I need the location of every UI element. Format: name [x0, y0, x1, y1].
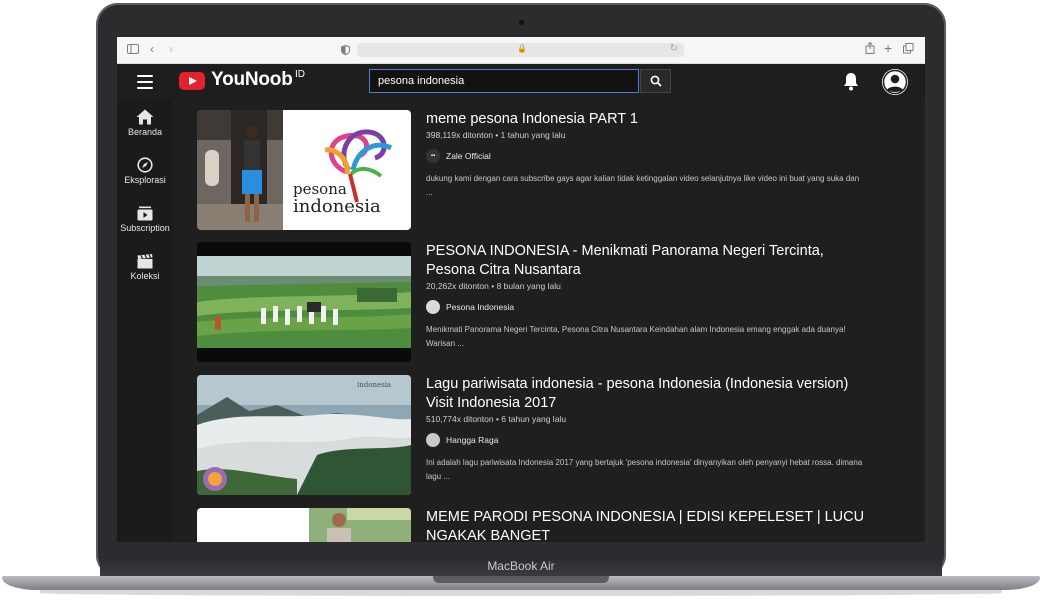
- channel-row[interactable]: ▪▪ Zale Official: [426, 149, 866, 163]
- video-result[interactable]: MEME PARODI PESONA INDONESIA | EDISI KEP…: [197, 508, 897, 542]
- video-title[interactable]: PESONA INDONESIA - Menikmati Panorama Ne…: [426, 242, 866, 280]
- app-header: YouNoob ID pesona indonesia: [117, 64, 925, 100]
- menu-icon[interactable]: [137, 75, 153, 89]
- upload-age: 8 bulan yang lalu: [496, 281, 561, 291]
- video-info: PESONA INDONESIA - Menikmati Panorama Ne…: [426, 242, 866, 351]
- search-icon: [650, 75, 662, 87]
- address-bar[interactable]: 🔒 ↻: [357, 43, 684, 57]
- back-icon[interactable]: ‹: [150, 41, 154, 57]
- channel-name[interactable]: Zale Official: [446, 151, 491, 161]
- video-thumbnail[interactable]: pesona indonesia: [197, 110, 411, 230]
- sidebar-toggle-icon[interactable]: [127, 42, 139, 58]
- video-description: dukung kami dengan cara subscribe gays a…: [426, 174, 860, 197]
- app-logo[interactable]: YouNoob: [211, 69, 293, 91]
- video-info: MEME PARODI PESONA INDONESIA | EDISI KEP…: [426, 508, 866, 542]
- video-meta: 398,119x ditonton • 1 tahun yang lalu: [426, 130, 566, 140]
- video-info: Lagu pariwisata indonesia - pesona Indon…: [426, 375, 866, 484]
- video-thumbnail[interactable]: [197, 242, 411, 362]
- camera-dot: [519, 20, 524, 25]
- sidebar: Beranda Eksplorasi Subscription Koleksi: [117, 100, 173, 542]
- video-meta: 20,262x ditonton • 8 bulan yang lalu: [426, 281, 561, 291]
- new-tab-icon[interactable]: +: [884, 40, 892, 56]
- channel-row[interactable]: Hangga Raga: [426, 433, 866, 447]
- video-result[interactable]: pesona indonesia meme pesona Indonesia P…: [197, 110, 897, 234]
- app-logo-superscript: ID: [295, 69, 305, 80]
- sidebar-item-eksplorasi[interactable]: Eksplorasi: [117, 157, 173, 185]
- sidebar-item-koleksi[interactable]: Koleksi: [117, 254, 173, 281]
- view-count: 398,119x ditonton: [426, 130, 493, 140]
- video-info: meme pesona Indonesia PART 1 398,119x di…: [426, 110, 866, 200]
- channel-avatar[interactable]: [426, 433, 440, 447]
- sidebar-item-label: Subscription: [120, 223, 170, 233]
- logo-play-icon[interactable]: [179, 72, 205, 90]
- screen: ‹ › 🔒 ↻ + YouNoob ID pesona indonesia Be…: [117, 37, 925, 542]
- video-result[interactable]: PESONA INDONESIA - Menikmati Panorama Ne…: [197, 242, 897, 366]
- view-count: 510,774x ditonton: [426, 414, 494, 424]
- search-button[interactable]: [640, 69, 671, 93]
- video-title[interactable]: meme pesona Indonesia PART 1: [426, 110, 866, 129]
- thumbnail-text: indonesia: [293, 196, 381, 217]
- reload-icon[interactable]: ↻: [670, 43, 678, 54]
- channel-row[interactable]: Pesona Indonesia: [426, 300, 866, 314]
- share-icon[interactable]: [865, 41, 875, 58]
- compass-icon: [137, 157, 153, 173]
- video-description: Menikmati Panorama Negeri Tercinta, Peso…: [426, 325, 846, 348]
- clapperboard-icon: [137, 254, 153, 269]
- sidebar-item-label: Beranda: [127, 127, 163, 137]
- subscription-icon: [137, 206, 153, 221]
- home-icon: [136, 109, 154, 125]
- channel-avatar[interactable]: ▪▪: [426, 149, 440, 163]
- tabs-overview-icon[interactable]: [903, 42, 914, 58]
- channel-name[interactable]: Pesona Indonesia: [446, 302, 514, 312]
- sidebar-item-beranda[interactable]: Beranda: [117, 109, 173, 137]
- sidebar-item-label: Koleksi: [130, 271, 160, 281]
- device-label: MacBook Air: [487, 559, 555, 573]
- bell-icon[interactable]: [842, 72, 860, 97]
- laptop-shadow: [40, 590, 1002, 596]
- video-thumbnail[interactable]: [197, 508, 411, 542]
- lock-icon: 🔒: [517, 44, 527, 53]
- upload-age: 1 tahun yang lalu: [500, 130, 566, 140]
- video-thumbnail[interactable]: indonesia: [197, 375, 411, 495]
- sidebar-item-subscription[interactable]: Subscription: [117, 206, 173, 233]
- channel-name[interactable]: Hangga Raga: [446, 435, 498, 445]
- video-title[interactable]: MEME PARODI PESONA INDONESIA | EDISI KEP…: [426, 508, 866, 542]
- avatar[interactable]: [882, 69, 908, 95]
- user-icon: [882, 69, 908, 95]
- video-meta: 510,774x ditonton • 6 tahun yang lalu: [426, 414, 567, 424]
- channel-avatar[interactable]: [426, 300, 440, 314]
- thumbnail-text: indonesia: [357, 381, 391, 389]
- view-count: 20,262x ditonton: [426, 281, 489, 291]
- privacy-shield-icon[interactable]: [341, 43, 350, 59]
- upload-age: 6 tahun yang lalu: [501, 414, 567, 424]
- laptop-notch: [433, 576, 609, 583]
- sidebar-item-label: Eksplorasi: [124, 175, 166, 185]
- video-title[interactable]: Lagu pariwisata indonesia - pesona Indon…: [426, 375, 866, 413]
- video-description: Ini adalah lagu pariwisata Indonesia 201…: [426, 458, 863, 481]
- search-results: pesona indonesia meme pesona Indonesia P…: [173, 100, 925, 542]
- video-result[interactable]: indonesia Lagu pariwisata indonesia - pe…: [197, 375, 897, 499]
- browser-toolbar: ‹ › 🔒 ↻ +: [117, 37, 925, 64]
- forward-icon[interactable]: ›: [169, 41, 173, 57]
- search-input[interactable]: pesona indonesia: [369, 69, 639, 93]
